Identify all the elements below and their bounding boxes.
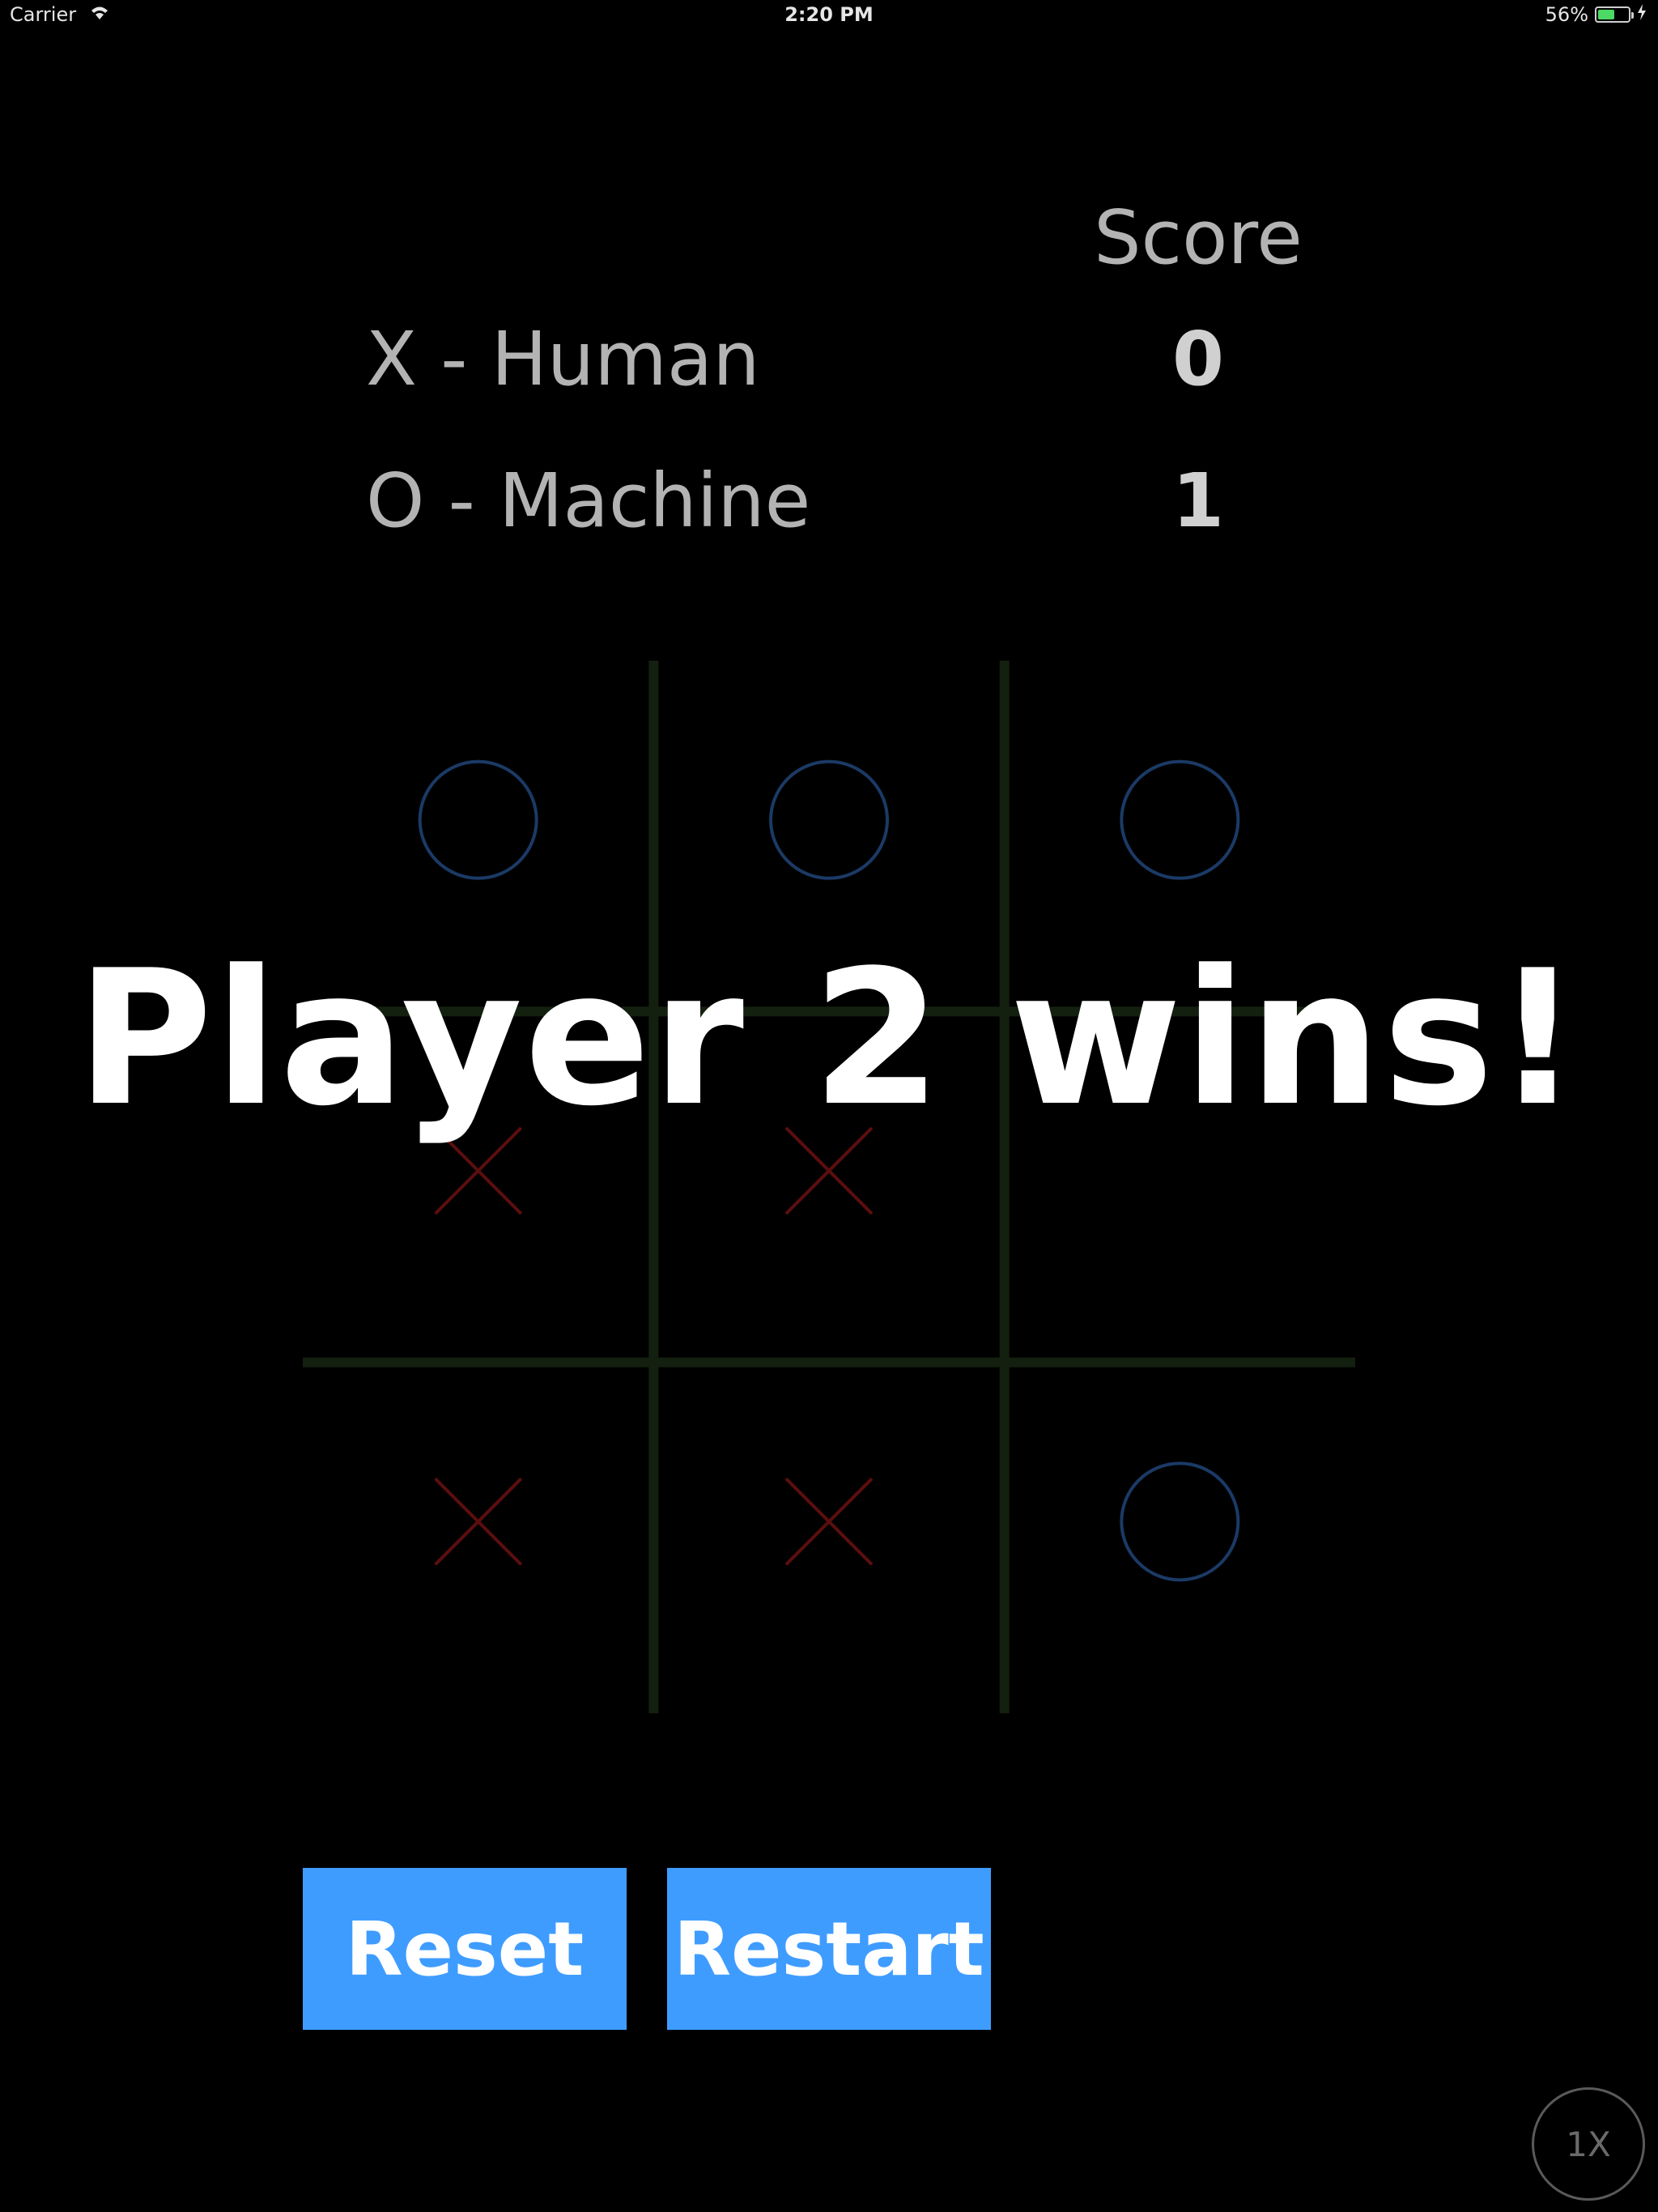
reset-button[interactable]: Reset — [303, 1868, 627, 2030]
game-board — [303, 661, 1355, 1713]
board-cell-2-2[interactable] — [1005, 1363, 1355, 1713]
battery-fill — [1598, 10, 1615, 19]
player-o-label: O - Machine — [366, 457, 811, 544]
status-bar: Carrier 2:20 PM 56% — [0, 0, 1658, 32]
win-message: Player 2 wins! — [76, 931, 1582, 1147]
status-time: 2:20 PM — [784, 3, 874, 26]
score-header: Score — [1094, 194, 1303, 281]
battery-percent: 56% — [1545, 3, 1588, 26]
status-right: 56% — [1545, 3, 1647, 26]
restart-button[interactable]: Restart — [667, 1868, 991, 2030]
battery-icon — [1595, 6, 1634, 23]
player-o-score: 1 — [1171, 457, 1224, 544]
player-x-score: 0 — [1171, 316, 1224, 402]
zoom-indicator[interactable]: 1X — [1532, 2087, 1645, 2201]
player-x-label: X - Human — [366, 316, 760, 402]
battery-nub — [1631, 12, 1634, 19]
board-cell-2-0[interactable] — [303, 1363, 653, 1713]
board-cell-2-1[interactable] — [653, 1363, 1004, 1713]
charging-icon — [1637, 3, 1647, 26]
board-canvas — [303, 661, 1355, 1713]
